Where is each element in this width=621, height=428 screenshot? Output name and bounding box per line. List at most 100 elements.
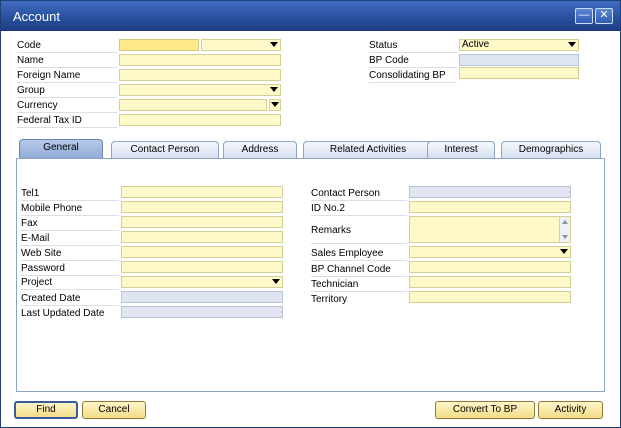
tab-demographics[interactable]: Demographics [501, 141, 601, 159]
scroll-down-icon[interactable] [562, 235, 568, 239]
password-label: Password [21, 263, 65, 274]
find-button[interactable]: Find [14, 401, 78, 419]
chevron-down-icon [270, 42, 278, 47]
contact-person-input [409, 186, 571, 198]
website-underline [21, 260, 119, 261]
project-label: Project [21, 277, 53, 288]
foreign-name-input[interactable] [119, 69, 281, 81]
mobile-underline [21, 215, 119, 216]
status-underline [369, 52, 457, 53]
tel1-label: Tel1 [21, 188, 40, 199]
id-no2-input[interactable] [409, 201, 571, 213]
sales-employee-label: Sales Employee [311, 248, 384, 259]
federal-tax-underline [17, 127, 117, 128]
remarks-scrollbar[interactable] [559, 217, 570, 242]
window-title: Account [13, 9, 60, 24]
group-select[interactable] [119, 84, 281, 96]
chevron-down-icon [560, 249, 568, 254]
status-select[interactable]: Active [459, 39, 579, 51]
fax-underline [21, 230, 119, 231]
tab-interest-label: Interest [444, 144, 478, 155]
last-updated-label: Last Updated Date [21, 308, 105, 319]
group-label: Group [17, 85, 45, 96]
remarks-underline [311, 243, 407, 244]
name-label: Name [17, 55, 44, 66]
code-series-select[interactable] [201, 39, 281, 51]
technician-underline [311, 291, 407, 292]
code-underline [17, 52, 117, 53]
project-underline [21, 289, 119, 290]
remarks-label: Remarks [311, 225, 352, 236]
password-input[interactable] [121, 261, 283, 273]
title-bar: Account — ✕ [1, 1, 620, 31]
created-underline [21, 305, 119, 306]
chevron-down-icon [568, 42, 576, 47]
project-select[interactable] [121, 276, 283, 288]
convert-to-bp-button[interactable]: Convert To BP [435, 401, 535, 419]
bp-code-input [459, 54, 579, 66]
chevron-down-icon [271, 102, 279, 107]
remarks-textarea[interactable] [409, 216, 571, 243]
bp-channel-label: BP Channel Code [311, 264, 391, 275]
tab-contact-person-label: Contact Person [130, 144, 200, 155]
email-underline [21, 245, 119, 246]
tab-address-label: Address [241, 144, 279, 155]
consolidating-bp-label: Consolidating BP [369, 70, 446, 81]
sales-employee-underline [311, 260, 407, 261]
federal-tax-label: Federal Tax ID [17, 115, 82, 126]
tab-contact-person[interactable]: Contact Person [111, 141, 219, 159]
name-input[interactable] [119, 54, 281, 66]
chevron-down-icon [272, 279, 280, 284]
bp-code-label: BP Code [369, 55, 409, 66]
tel1-underline [21, 200, 119, 201]
scroll-up-icon[interactable] [562, 220, 568, 224]
status-value: Active [462, 39, 490, 50]
fax-label: Fax [21, 218, 38, 229]
currency-input[interactable] [119, 99, 267, 111]
consolidating-underline [369, 82, 457, 83]
bp-channel-underline [311, 276, 407, 277]
tab-strip: General Contact Person Address Related A… [17, 139, 605, 159]
foreign-name-underline [17, 82, 117, 83]
federal-tax-input[interactable] [119, 114, 281, 126]
account-window: Account — ✕ Code Name Foreign Name Group… [0, 0, 621, 428]
status-label: Status [369, 40, 398, 51]
technician-label: Technician [311, 279, 359, 290]
currency-dropdown-button[interactable] [269, 99, 281, 111]
consolidating-bp-input[interactable] [459, 67, 579, 79]
fax-input[interactable] [121, 216, 283, 228]
tab-related-activities-label: Related Activities [329, 144, 407, 155]
tab-related-activities[interactable]: Related Activities [303, 141, 433, 159]
mobile-phone-label: Mobile Phone [21, 203, 83, 214]
minimize-icon[interactable]: — [575, 8, 593, 24]
email-label: E-Mail [21, 233, 50, 244]
tab-demographics-label: Demographics [518, 144, 584, 155]
name-underline [17, 67, 117, 68]
password-underline [21, 275, 119, 276]
mobile-phone-input[interactable] [121, 201, 283, 213]
cancel-button[interactable]: Cancel [82, 401, 146, 419]
code-input[interactable] [119, 39, 199, 51]
bp-channel-input[interactable] [409, 261, 571, 273]
website-input[interactable] [121, 246, 283, 258]
created-date-label: Created Date [21, 293, 81, 304]
currency-label: Currency [17, 100, 58, 111]
chevron-down-icon [270, 87, 278, 92]
email-input[interactable] [121, 231, 283, 243]
id-no2-underline [311, 215, 407, 216]
tab-general-label: General [43, 142, 79, 153]
activity-button[interactable]: Activity [538, 401, 603, 419]
tab-address[interactable]: Address [223, 141, 297, 159]
tel1-input[interactable] [121, 186, 283, 198]
id-no2-label: ID No.2 [311, 203, 345, 214]
last-updated-input [121, 306, 283, 318]
sales-employee-select[interactable] [409, 246, 571, 258]
close-icon[interactable]: ✕ [595, 8, 613, 24]
contact-person-underline [311, 200, 407, 201]
technician-input[interactable] [409, 276, 571, 288]
currency-underline [17, 112, 117, 113]
territory-input[interactable] [409, 291, 571, 303]
tab-interest[interactable]: Interest [427, 141, 495, 159]
bp-code-underline [369, 67, 457, 68]
tab-general[interactable]: General [19, 139, 103, 159]
